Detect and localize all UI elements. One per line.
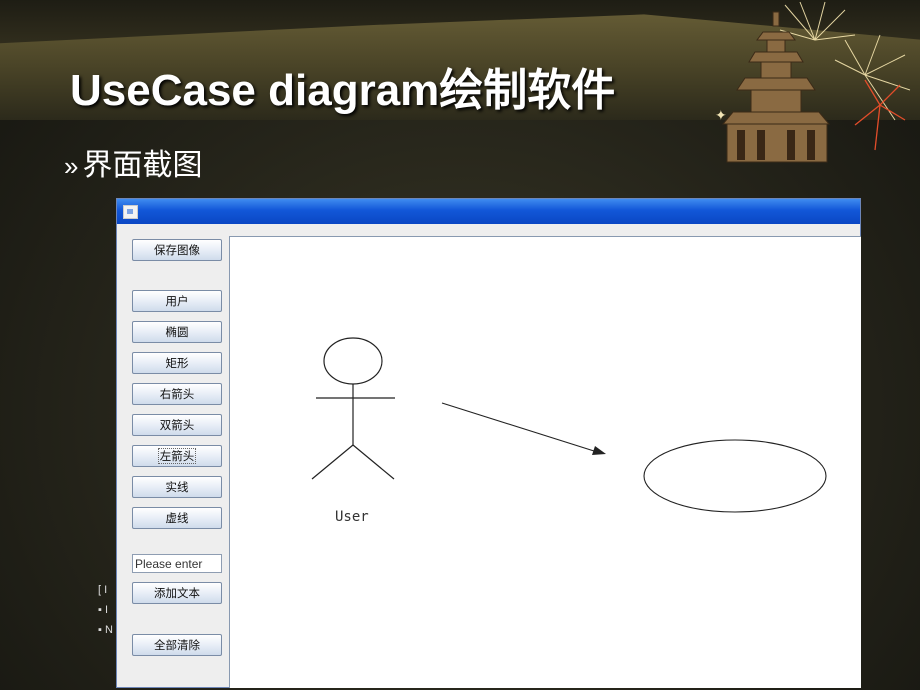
actor-figure[interactable] [311,337,395,480]
tool-panel: 保存图像 用户 椭圆 矩形 右箭头 双箭头 左箭头 实线 虚线 添加文本 全部清… [117,224,229,687]
drawing-canvas[interactable]: User [229,236,861,688]
ellipse-tool-button[interactable]: 椭圆 [132,321,222,343]
arrow-head [592,446,606,455]
canvas-drawing [311,337,827,513]
double-arrow-tool-button[interactable]: 双箭头 [132,414,222,436]
svg-text:✦: ✦ [715,108,727,124]
note-line: ▪ N [98,624,113,636]
bullet-text: 界面截图 [82,149,203,182]
right-arrow-tool-button[interactable]: 右箭头 [132,383,222,405]
bullet-marker: » [64,151,79,181]
add-text-button[interactable]: 添加文本 [132,582,222,604]
note-line: ▪ I [98,604,109,616]
app-window: 保存图像 用户 椭圆 矩形 右箭头 双箭头 左箭头 实线 虚线 添加文本 全部清… [116,198,861,688]
left-arrow-button-label: 左箭头 [157,448,197,464]
actor-head [323,337,383,385]
pagoda-fireworks-image: ✦ [715,1,911,163]
text-input-field[interactable] [132,554,222,573]
association-arrow[interactable] [441,402,606,455]
slide-bullet: » 界面截图 [64,140,202,184]
slide-notes: [ I ▪ I ▪ N [98,580,113,640]
save-image-button[interactable]: 保存图像 [132,239,222,261]
rectangle-tool-button[interactable]: 矩形 [132,352,222,374]
user-tool-button[interactable]: 用户 [132,290,222,312]
note-line: [ I [98,584,108,596]
arrow-line [441,402,595,452]
dashed-line-tool-button[interactable]: 虚线 [132,507,222,529]
solid-line-tool-button[interactable]: 实线 [132,476,222,498]
java-app-icon[interactable] [123,205,138,219]
clear-all-button[interactable]: 全部清除 [132,634,222,656]
actor-left-leg [311,444,354,480]
actor-label[interactable]: User [335,509,369,525]
slide-title: UseCase diagram绘制软件 [70,66,616,115]
window-titlebar[interactable] [117,199,860,224]
left-arrow-tool-button[interactable]: 左箭头 [132,445,222,467]
use-case-ellipse[interactable] [643,439,827,513]
actor-right-leg [352,444,395,480]
